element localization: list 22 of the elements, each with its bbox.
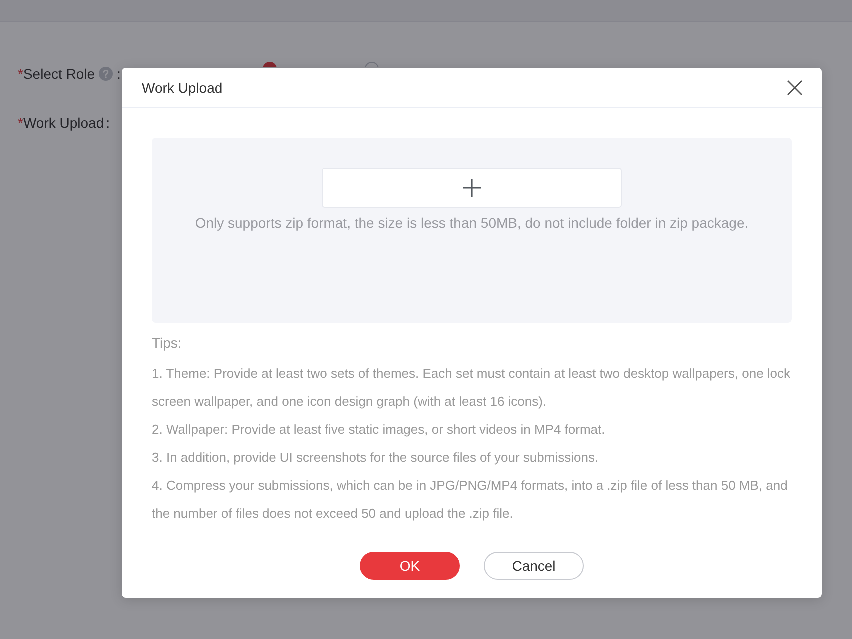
cancel-button[interactable]: Cancel — [484, 552, 584, 580]
close-icon — [787, 80, 803, 96]
upload-hint: Only supports zip format, the size is less than 50MB, do not include folder in zip package. — [195, 214, 749, 233]
field-label: Work Upload — [23, 115, 104, 131]
dialog-title: Work Upload — [142, 80, 223, 96]
ok-button[interactable]: OK — [360, 552, 460, 580]
close-button[interactable] — [787, 80, 803, 96]
label-colon: : — [106, 115, 110, 131]
upload-button[interactable] — [322, 168, 622, 208]
radio-button[interactable] — [365, 62, 379, 67]
field-label: Select Role — [23, 66, 96, 82]
tips-title: Tips: — [152, 334, 183, 353]
label-colon: : — [117, 66, 121, 82]
upload-area[interactable]: Only supports zip format, the size is less than 50MB, do not include folder in zip package. — [152, 138, 792, 323]
plus-icon — [463, 179, 481, 197]
required-asterisk: * — [18, 115, 24, 131]
tip-text: 1. Theme: Provide at least two sets of themes. Each set must contain at least two desktop wallpapers, one lock screen wallpaper, and one icon design graph (with at least 16 icons). — [152, 365, 792, 411]
tip-text: 2. Wallpaper: Provide at least five static images, or short videos in MP4 format. — [152, 421, 606, 439]
tip-text: 3. In addition, provide UI screenshots for the source files of your submissions. — [152, 449, 600, 467]
required-asterisk: * — [18, 66, 24, 82]
tip-text: 4. Compress your submissions, which can be in JPG/PNG/MP4 formats, into a .zip file of less than 50 MB, and the number of files does not exceed 50 and upload the .zip file. — [152, 477, 789, 523]
help-icon[interactable] — [99, 67, 114, 81]
